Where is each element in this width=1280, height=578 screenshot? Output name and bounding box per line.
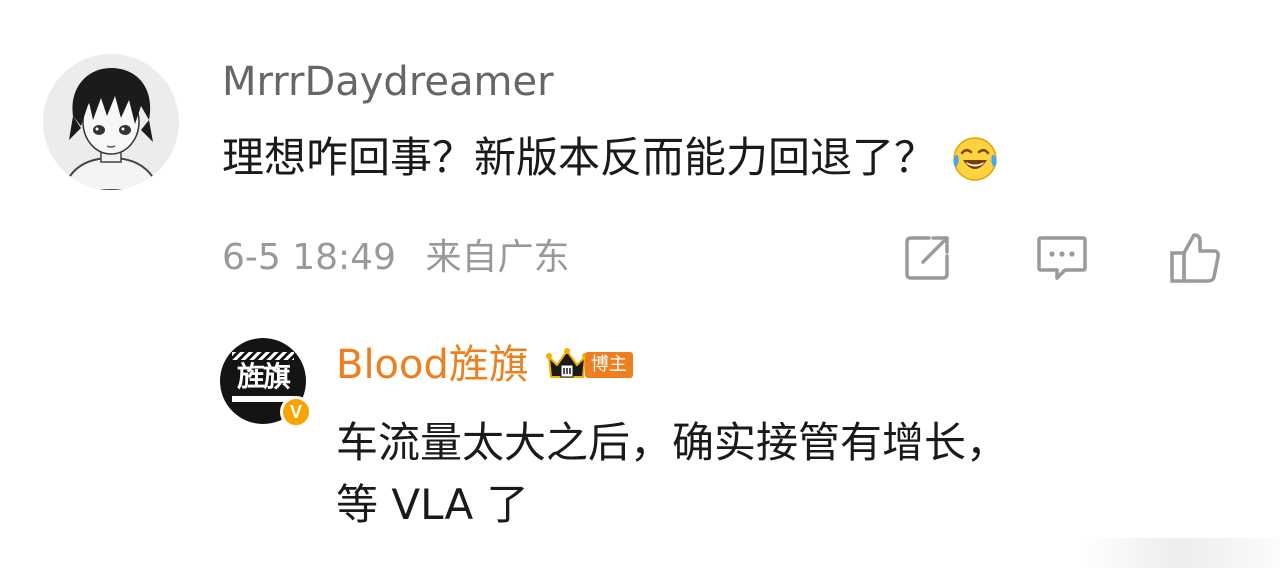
reply-text-line-1: 车流量太大之后，确实接管有增长， [336,418,1009,467]
reply-button[interactable] [1033,230,1091,286]
comment-text: 理想咋回事？新版本反而能力回退了？ [222,133,937,182]
reply-text-line-2: 等 VLA 了 [336,480,529,529]
like-icon [1170,233,1220,283]
comment-meta: 6-5 18:49 来自广东 [222,234,569,282]
blogger-badge-label: 博主 [584,352,633,378]
reply-body: 车流量太大之后，确实接管有增长， 等 VLA 了 [336,412,1008,536]
reply-username[interactable]: Blood旌旗 [336,340,529,390]
laughing-crying-emoji-icon [953,137,997,181]
comment-location: 来自广东 [425,237,570,278]
comment-icon [1037,236,1087,280]
like-button[interactable] [1166,230,1224,286]
comment-username[interactable]: MrrrDaydreamer [222,58,554,106]
comment-date: 6-5 18:49 [222,237,396,278]
comment-card: MrrrDaydreamer 理想咋回事？新版本反而能力回退了？ 6-5 18:… [0,0,1280,578]
bottom-fade-overlay [1080,538,1280,568]
share-icon [905,236,949,280]
comment-body: 理想咋回事？新版本反而能力回退了？ [222,130,1000,186]
crown-icon [545,348,588,378]
reply-avatar[interactable]: 旌旗 V [220,338,312,428]
blogger-badge: 博主 [545,347,633,383]
share-button[interactable] [898,230,956,286]
avatar-stripes [232,352,294,360]
verified-badge-icon: V [280,396,312,428]
avatar-logo-text: 旌旗 [236,360,291,393]
user-avatar[interactable] [43,54,179,190]
reply-header: Blood旌旗 博主 [336,340,633,390]
anime-avatar-icon [43,54,179,190]
